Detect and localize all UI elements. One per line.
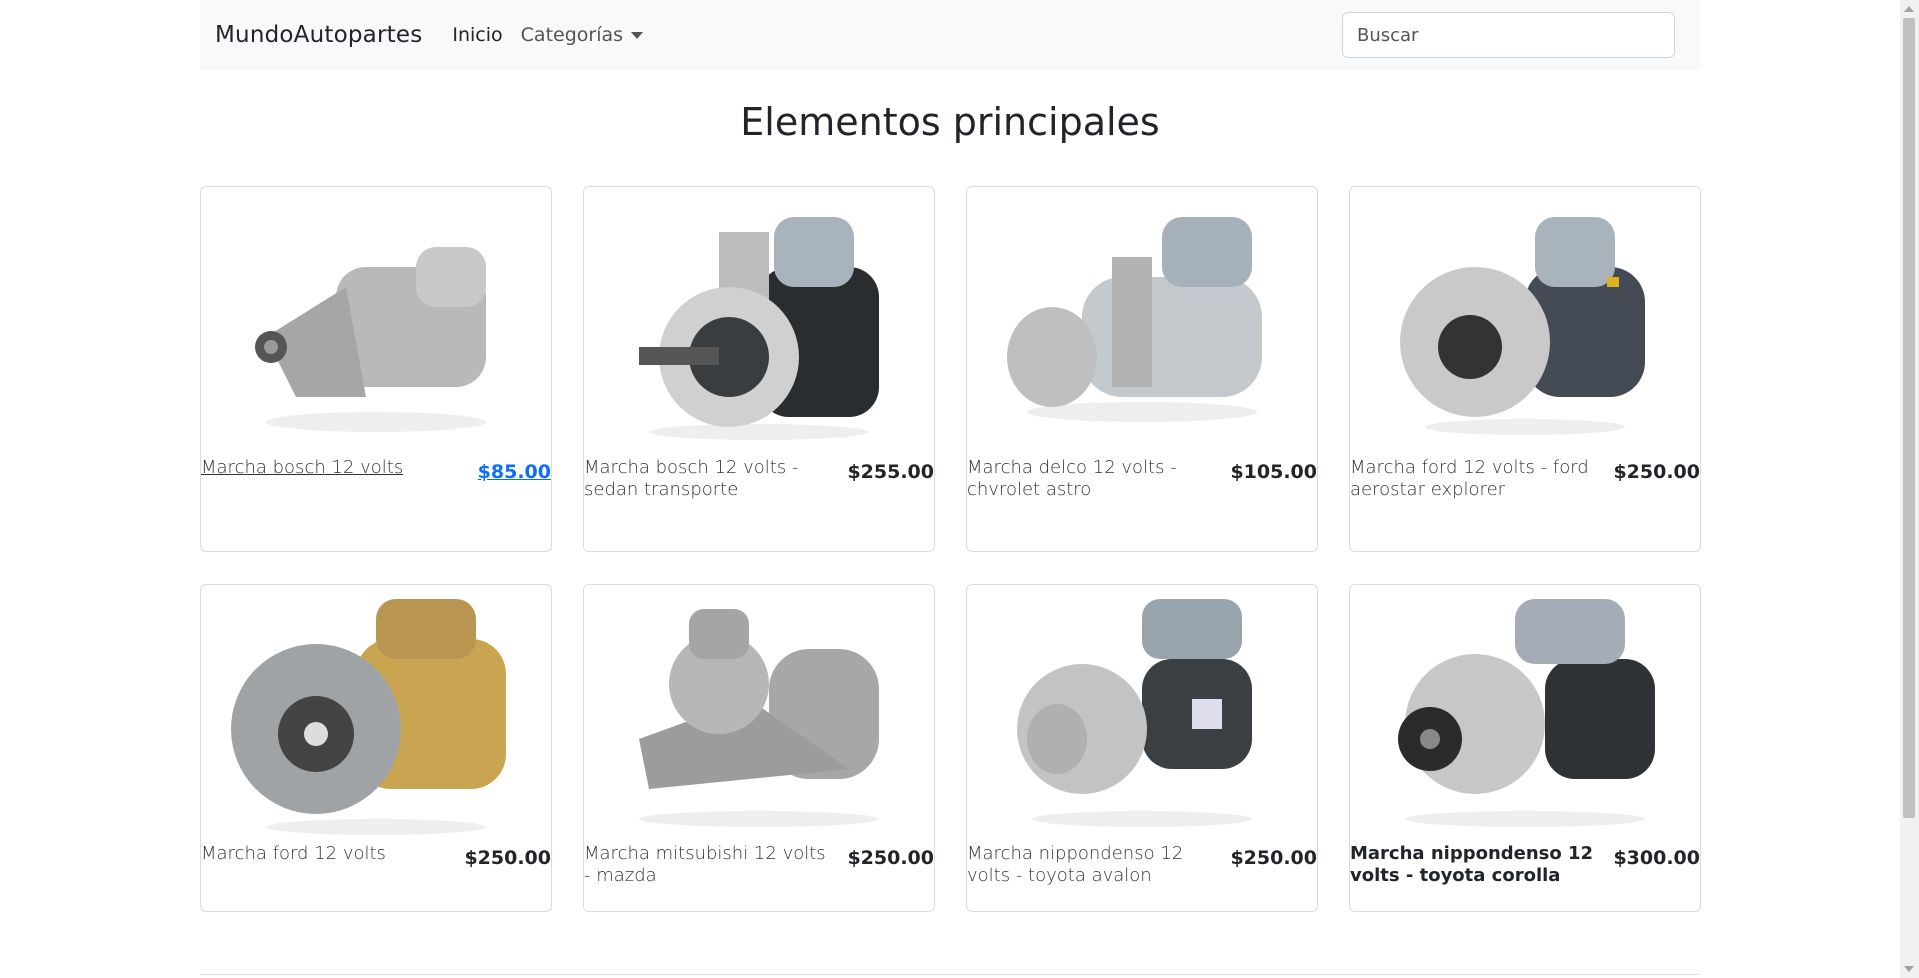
product-price[interactable]: $105.00 [1230,461,1317,483]
product-price[interactable]: $85.00 [478,461,551,483]
product-name[interactable]: Marcha mitsubishi 12 volts - mazda [584,843,834,887]
product-image[interactable] [584,585,934,843]
product-name[interactable]: Marcha bosch 12 volts - sedan transporte [584,457,834,501]
starter-motor-icon [1400,217,1645,435]
starter-motor-icon [255,247,486,432]
starter-motor-icon [1017,599,1252,827]
scroll-up-icon[interactable] [1904,6,1914,12]
product-price[interactable]: $250.00 [464,847,551,869]
vertical-scrollbar[interactable] [1900,0,1919,978]
nav-dropdown-label: Categorías [520,24,624,46]
nav-link-inicio[interactable]: Inicio [452,24,502,46]
product-image[interactable] [201,187,551,457]
product-image[interactable] [584,187,934,457]
nav-dropdown-categorias[interactable]: Categorías [520,24,644,46]
product-image[interactable] [967,187,1317,457]
product-image[interactable] [967,585,1317,843]
product-image[interactable] [1350,187,1700,457]
product-price[interactable]: $250.00 [1230,847,1317,869]
product-card[interactable]: Marcha delco 12 volts - chvrolet astro $… [966,186,1318,552]
starter-motor-icon [1007,217,1262,422]
scroll-down-icon[interactable] [1904,966,1914,972]
product-price[interactable]: $255.00 [847,461,934,483]
product-name[interactable]: Marcha ford 12 volts [201,843,386,865]
footer-divider [200,974,1700,975]
product-name[interactable]: Marcha delco 12 volts - chvrolet astro [967,457,1217,501]
search-input[interactable] [1342,12,1675,58]
product-price[interactable]: $250.00 [847,847,934,869]
product-name[interactable]: Marcha nippondenso 12 volts - toyota ava… [967,843,1217,887]
product-name[interactable]: Marcha bosch 12 volts [201,457,403,479]
product-card[interactable]: Marcha ford 12 volts - ford aerostar exp… [1349,186,1701,552]
starter-motor-icon [231,599,506,835]
product-card[interactable]: Marcha nippondenso 12 volts - toyota ava… [966,584,1318,912]
product-card[interactable]: Marcha ford 12 volts $250.00 [200,584,552,912]
scrollbar-thumb[interactable] [1903,18,1915,818]
starter-motor-icon [639,217,879,440]
product-card[interactable]: Marcha bosch 12 volts $85.00 [200,186,552,552]
product-grid: Marcha bosch 12 volts $85.00 Marcha bosc… [200,186,1701,552]
product-grid-row-2: Marcha ford 12 volts $250.00 Marcha mits… [200,584,1701,912]
product-image[interactable] [1350,585,1700,843]
starter-motor-icon [1398,599,1655,827]
product-price[interactable]: $300.00 [1613,847,1700,869]
product-image[interactable] [201,585,551,843]
caret-down-icon [631,31,644,39]
starter-motor-icon [639,609,879,827]
product-card[interactable]: Marcha bosch 12 volts - sedan transporte… [583,186,935,552]
page-title: Elementos principales [740,100,1160,144]
navbar: MundoAutopartes Inicio Categorías [200,0,1700,70]
product-name[interactable]: Marcha nippondenso 12 volts - toyota cor… [1350,843,1600,887]
product-card[interactable]: Marcha mitsubishi 12 volts - mazda $250.… [583,584,935,912]
brand-logo[interactable]: MundoAutopartes [215,22,422,48]
product-price[interactable]: $250.00 [1613,461,1700,483]
product-name[interactable]: Marcha ford 12 volts - ford aerostar exp… [1350,457,1600,501]
product-card[interactable]: Marcha nippondenso 12 volts - toyota cor… [1349,584,1701,912]
